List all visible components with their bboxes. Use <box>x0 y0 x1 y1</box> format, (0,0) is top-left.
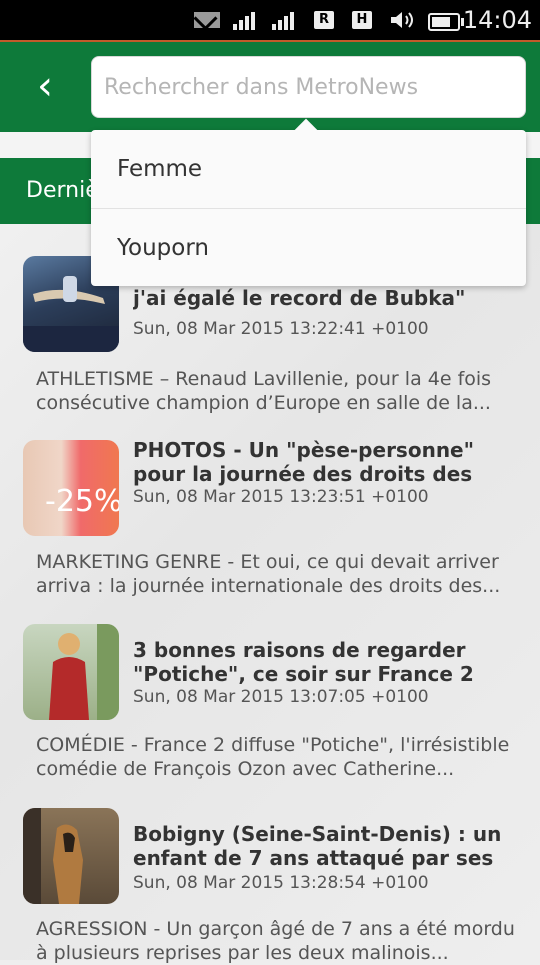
back-button[interactable]: ‹ <box>30 64 60 108</box>
search-input[interactable] <box>91 56 526 118</box>
article-list[interactable]: Renaud Lavillenie : "Je crois que j'ai é… <box>0 224 540 964</box>
article-excerpt: AGRESSION - Un garçon âgé de 7 ans a été… <box>36 918 515 964</box>
article-date: Sun, 08 Mar 2015 13:07:05 +0100 <box>133 687 429 707</box>
article-thumbnail <box>23 624 119 720</box>
chevron-left-icon: ‹ <box>37 63 53 109</box>
article-excerpt: ATHLETISME – Renaud Lavillenie, pour la … <box>36 368 492 414</box>
volume-icon <box>390 10 416 30</box>
mail-icon <box>194 12 220 28</box>
article-title[interactable]: Bobigny (Seine-Saint-Denis) : un enfant … <box>133 822 513 870</box>
suggestion-item[interactable]: Femme <box>91 130 526 208</box>
article-date: Sun, 08 Mar 2015 13:23:51 +0100 <box>133 487 429 507</box>
roaming-icon: R <box>314 11 334 29</box>
status-bar: R H 14:04 <box>0 0 540 40</box>
section-title[interactable]: Derniè <box>26 178 99 203</box>
signal-icon <box>233 10 259 30</box>
article-excerpt: MARKETING GENRE - Et oui, ce qui devait … <box>36 551 501 597</box>
search-suggestions-dropdown: Femme Youporn <box>91 130 526 286</box>
hspa-icon: H <box>352 11 372 29</box>
article-date: Sun, 08 Mar 2015 13:28:54 +0100 <box>133 873 429 893</box>
article-title[interactable]: PHOTOS - Un "pèse-personne" pour la jour… <box>133 438 513 486</box>
thumbnail-discount: -25% <box>45 484 119 519</box>
battery-icon <box>428 13 464 31</box>
app-header: ‹ <box>0 40 540 132</box>
article-thumbnail <box>23 808 119 904</box>
signal-icon <box>272 10 298 30</box>
article-thumbnail: -25% <box>23 440 119 536</box>
clock: 14:04 <box>462 6 532 34</box>
article-title[interactable]: 3 bonnes raisons de regarder "Potiche", … <box>133 638 513 686</box>
article-date: Sun, 08 Mar 2015 13:22:41 +0100 <box>133 319 429 339</box>
suggestion-item[interactable]: Youporn <box>91 208 526 286</box>
article-excerpt: COMÉDIE - France 2 diffuse "Potiche", l'… <box>36 734 510 780</box>
